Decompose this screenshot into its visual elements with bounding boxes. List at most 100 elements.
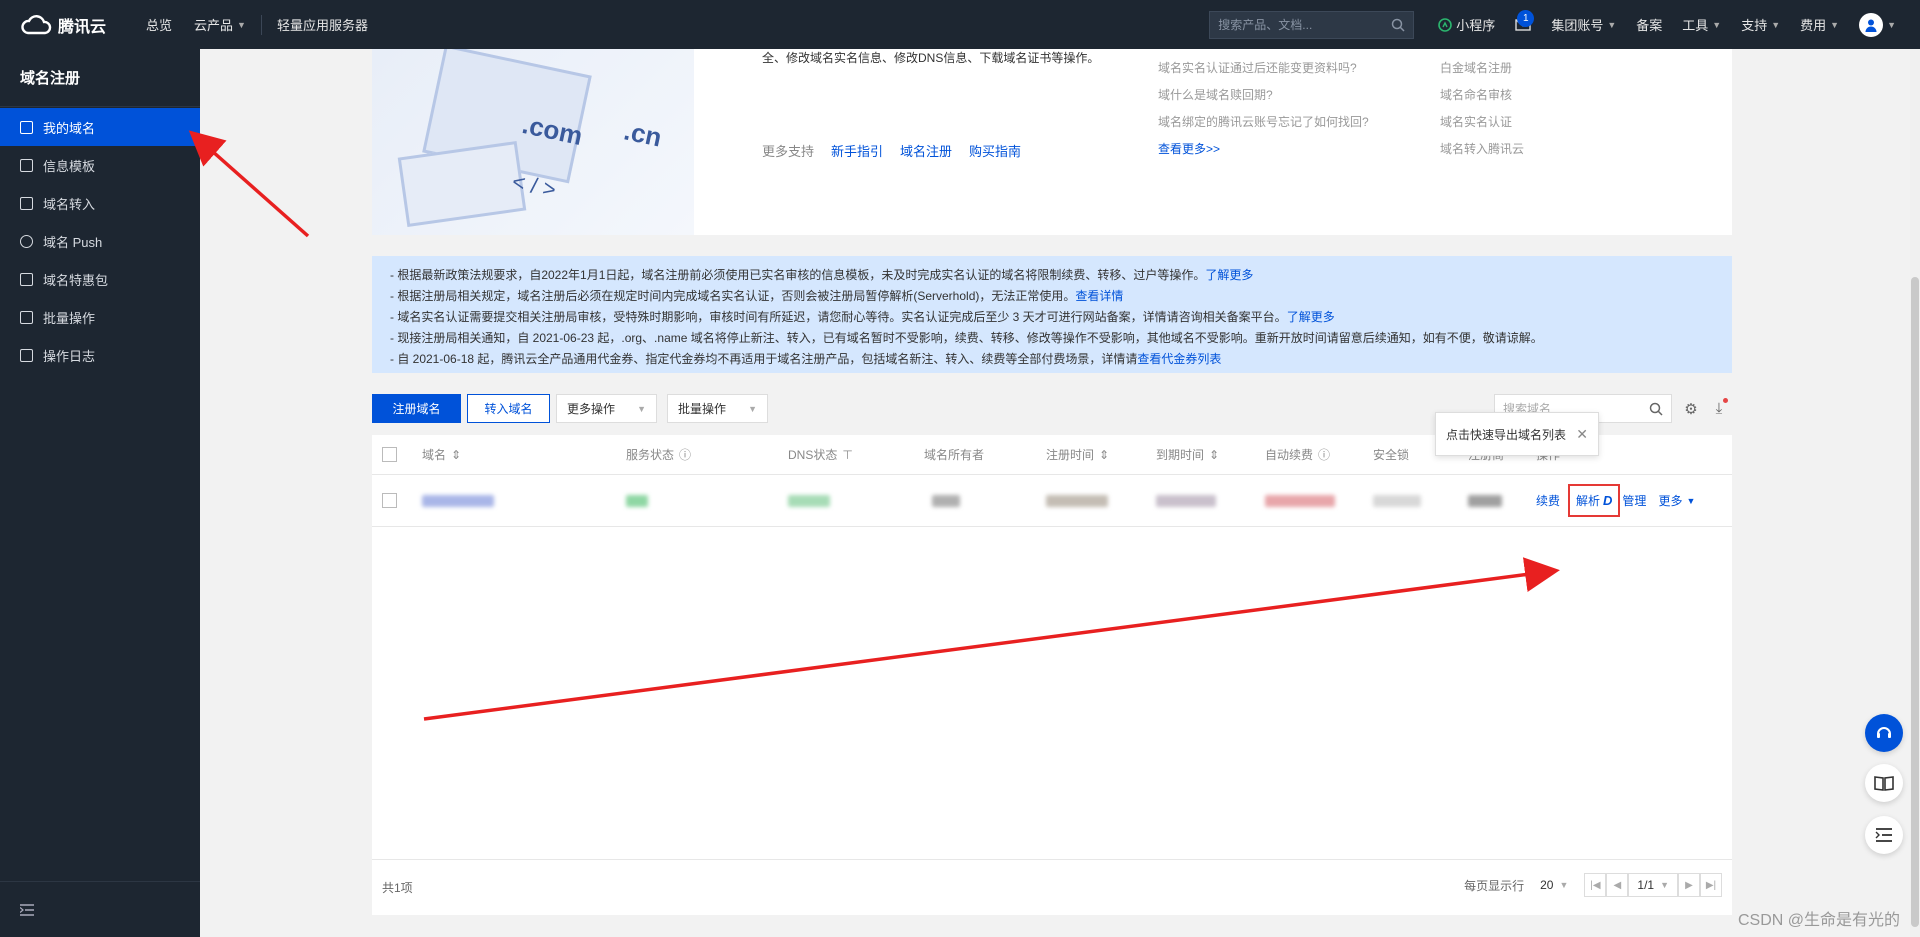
- intro-description: 全、修改域名实名信息、修改DNS信息、下载域名证书等操作。: [762, 51, 1100, 65]
- topic-item[interactable]: 域名实名认证: [1440, 113, 1524, 130]
- beginner-guide-link[interactable]: 新手指引: [831, 141, 883, 160]
- nav-tools[interactable]: 工具 ▼: [1672, 15, 1731, 34]
- register-domain-button[interactable]: 注册域名: [372, 394, 461, 423]
- sort-icon[interactable]: ⇕: [1099, 448, 1109, 462]
- nav-billing-label: 费用: [1800, 18, 1827, 33]
- info-icon[interactable]: ⓘ: [679, 446, 691, 463]
- sidebar-item-special-packs[interactable]: 域名特惠包: [0, 260, 200, 298]
- topic-item[interactable]: 域名命名审核: [1440, 86, 1524, 103]
- brand-logo[interactable]: 腾讯云: [0, 13, 135, 37]
- menu-list-button[interactable]: [1865, 816, 1903, 854]
- row-cell: [382, 475, 397, 526]
- tooltip-text: 点击快速导出域名列表: [1446, 427, 1567, 442]
- product-search-input[interactable]: 搜索产品、文档...: [1209, 10, 1415, 39]
- user-menu[interactable]: ▼: [1849, 12, 1920, 37]
- redacted-dns-status: [788, 494, 830, 507]
- avatar: [1859, 12, 1884, 37]
- row-checkbox[interactable]: [382, 493, 397, 508]
- row-cell: [788, 475, 830, 526]
- prev-page-button[interactable]: ◀: [1606, 873, 1629, 897]
- topic-item[interactable]: 域名转入腾讯云: [1440, 140, 1524, 157]
- nav-lighthouse[interactable]: 轻量应用服务器: [266, 15, 379, 34]
- page-scrollbar[interactable]: [1910, 49, 1920, 937]
- column-header: DNS状态: [788, 448, 838, 462]
- column-header[interactable]: 注册时间: [1046, 446, 1094, 463]
- customer-service-button[interactable]: [1865, 714, 1903, 752]
- notice-line: - 域名实名认证需要提交相关注册局审核，受特殊时期影响，审核时间有所延迟，请您耐…: [390, 307, 1714, 328]
- support-label: 更多支持: [762, 144, 815, 159]
- sidebar-item-batch[interactable]: 批量操作: [0, 298, 200, 336]
- sidebar: 域名注册 我的域名 信息模板 域名转入 域名 Push 域名特惠包 批量操作 操…: [0, 49, 200, 937]
- support-links: 更多支持 新手指引 域名注册 购买指南: [762, 141, 1021, 160]
- caret-down-icon: ▼: [1607, 19, 1617, 30]
- settings-gear-icon[interactable]: ⚙: [1682, 400, 1700, 418]
- sidebar-item-templates[interactable]: 信息模板: [0, 146, 200, 184]
- push-icon: [20, 234, 33, 248]
- transfer-domain-button[interactable]: 转入域名: [467, 394, 550, 423]
- domain-table: 域名 ⇕ 服务状态 ⓘ DNS状态 ⊤ 域名所有者 注册时间 ⇕ 到期时间 ⇕ 自动续费 ⓘ…: [372, 435, 1732, 915]
- sidebar-collapse-button[interactable]: [0, 881, 200, 937]
- topic-item[interactable]: 白金域名注册: [1440, 59, 1524, 76]
- page-size-select[interactable]: 20 ▼: [1532, 873, 1576, 897]
- notice-link[interactable]: 了解更多: [1205, 268, 1253, 282]
- nav-icp[interactable]: 备案: [1626, 15, 1672, 34]
- gift-icon: [20, 272, 33, 286]
- page-size-label: 每页显示行: [1464, 878, 1525, 893]
- page-select[interactable]: 1/1 ▼: [1628, 873, 1678, 897]
- nav-products-label: 云产品: [194, 18, 234, 33]
- caret-down-icon: ▼: [748, 403, 757, 414]
- sort-icon[interactable]: ⇕: [451, 448, 461, 462]
- faq-item[interactable]: 域名实名认证通过后还能变更资料吗?: [1158, 59, 1369, 76]
- faq-more-link[interactable]: 查看更多>>: [1158, 140, 1369, 157]
- next-page-button[interactable]: ▶: [1678, 873, 1700, 897]
- resolve-link-highlighted[interactable]: 解析 D: [1568, 484, 1621, 517]
- filter-icon[interactable]: ⊤: [842, 448, 852, 462]
- sidebar-item-log[interactable]: 操作日志: [0, 336, 200, 374]
- purchase-guide-link[interactable]: 购买指南: [969, 141, 1021, 160]
- info-icon[interactable]: ⓘ: [1318, 446, 1330, 463]
- total-count: 共1项: [382, 881, 413, 895]
- renew-link[interactable]: 续费: [1536, 492, 1560, 509]
- header-cell: 域名 ⇕: [422, 435, 461, 474]
- nav-billing[interactable]: 费用 ▼: [1790, 15, 1849, 34]
- download-icon[interactable]: ⤓: [1710, 398, 1728, 418]
- redacted-domain-name[interactable]: [422, 494, 494, 507]
- docs-button[interactable]: [1865, 764, 1903, 802]
- more-actions-link[interactable]: 更多 ▼: [1658, 492, 1695, 509]
- sidebar-title: 域名注册: [0, 49, 200, 107]
- first-page-button[interactable]: |◀: [1584, 873, 1607, 897]
- dnspod-icon: D: [1603, 493, 1613, 508]
- sidebar-item-my-domains[interactable]: 我的域名: [0, 108, 200, 146]
- nav-overview[interactable]: 总览: [135, 15, 183, 34]
- message-button[interactable]: 1: [1505, 9, 1541, 31]
- top-navbar: 腾讯云 总览 云产品 ▼ 轻量应用服务器 搜索产品、文档... 小程序 1 集团账…: [0, 0, 1920, 49]
- batch-ops-dropdown[interactable]: 批量操作 ▼: [667, 394, 768, 423]
- nav-group-account-label: 集团账号: [1551, 18, 1604, 33]
- notice-link[interactable]: 了解更多: [1287, 310, 1335, 324]
- miniprogram-link[interactable]: 小程序: [1428, 15, 1505, 34]
- scrollbar-thumb[interactable]: [1911, 277, 1919, 927]
- sidebar-item-label: 批量操作: [43, 310, 96, 326]
- list-icon: [1875, 828, 1892, 842]
- column-header[interactable]: 到期时间: [1156, 446, 1204, 463]
- sidebar-item-transfer-in[interactable]: 域名转入: [0, 184, 200, 222]
- sort-icon[interactable]: ⇕: [1209, 448, 1219, 462]
- nav-products[interactable]: 云产品 ▼: [183, 15, 257, 34]
- last-page-button[interactable]: ▶|: [1700, 873, 1722, 897]
- sidebar-item-push[interactable]: 域名 Push: [0, 222, 200, 260]
- nav-support[interactable]: 支持 ▼: [1731, 15, 1790, 34]
- faq-item[interactable]: 域名绑定的腾讯云账号忘记了如何找回?: [1158, 113, 1369, 130]
- notice-link[interactable]: 查看代金券列表: [1137, 352, 1221, 366]
- faq-item[interactable]: 域什么是域名赎回期?: [1158, 86, 1369, 103]
- more-label: 更多: [1658, 494, 1683, 508]
- more-ops-dropdown[interactable]: 更多操作 ▼: [556, 394, 657, 423]
- domain-register-link[interactable]: 域名注册: [900, 141, 952, 160]
- notice-link[interactable]: 查看详情: [1075, 289, 1123, 303]
- select-all-checkbox[interactable]: [382, 447, 397, 462]
- close-icon[interactable]: ✕: [1576, 426, 1588, 443]
- nav-group-account[interactable]: 集团账号 ▼: [1541, 15, 1626, 34]
- column-header[interactable]: 域名: [422, 446, 446, 463]
- manage-link[interactable]: 管理: [1622, 492, 1646, 509]
- top-right-group: 搜索产品、文档... 小程序 1 集团账号 ▼ 备案 工具 ▼ 支持 ▼ 费用 ▼ ▼: [1209, 0, 1920, 49]
- batch-ops-label: 批量操作: [678, 402, 727, 416]
